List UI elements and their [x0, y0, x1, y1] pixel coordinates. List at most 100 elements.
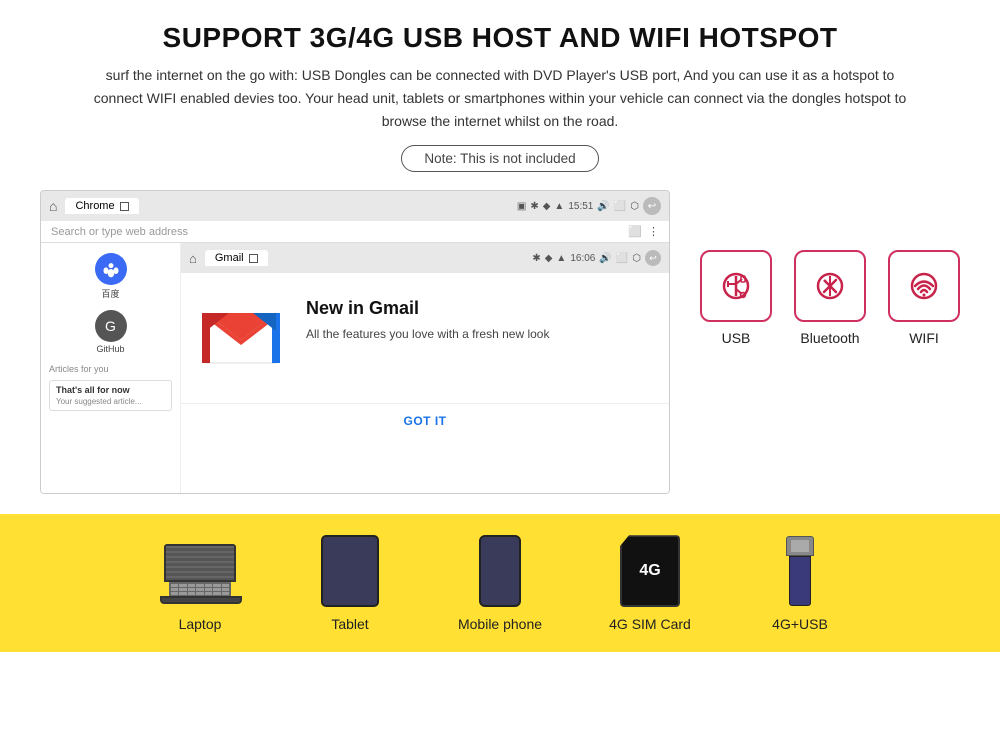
browser-left-panel: 百度 G GitHub Articles for you That's all …: [41, 243, 181, 493]
phone-device-item: Mobile phone: [455, 536, 545, 632]
wifi-icon-item: WIFI: [888, 250, 960, 346]
sim-device-item: 4G 4G SIM Card: [605, 536, 695, 632]
sim-card-icon: 4G: [620, 535, 680, 607]
usb-icon-box: [700, 250, 772, 322]
laptop-device-item: Laptop: [155, 536, 245, 632]
github-icon-circle[interactable]: G: [95, 310, 127, 342]
tablet-icon: [321, 535, 379, 607]
note-badge: Note: This is not included: [401, 145, 598, 172]
card1-sub: Your suggested article...: [56, 397, 165, 406]
github-letter: G: [105, 318, 116, 334]
gmail-tab-label: Gmail: [215, 252, 244, 264]
bt-icon-small: ✱: [530, 201, 538, 212]
phone-icon-area: [455, 536, 545, 606]
usb-stick-icon: [786, 536, 814, 606]
orient-icon: ⬡: [630, 201, 639, 212]
chrome-tab[interactable]: Chrome: [65, 198, 138, 214]
subtitle-text: surf the internet on the go with: USB Do…: [0, 64, 1000, 145]
articles-label: Articles for you: [49, 364, 172, 374]
location-icon: ◆: [543, 201, 551, 212]
gmail-tab[interactable]: Gmail: [205, 250, 268, 266]
gmail-wifi-icon: ▲: [556, 253, 566, 264]
wifi-icon-small: ▲: [554, 201, 564, 212]
gmail-loc-icon: ◆: [545, 253, 553, 264]
sim-4g-text: 4G: [639, 563, 660, 579]
page-title: SUPPORT 3G/4G USB HOST AND WIFI HOTSPOT: [0, 0, 1000, 64]
menu-icon[interactable]: ⋮: [648, 225, 659, 238]
baidu-icon[interactable]: [95, 253, 127, 285]
content-row: ⌂ Chrome ▣ ✱ ◆ ▲ 15:51 🔊 ⬜ ⬡ ↩ Search or…: [0, 190, 1000, 514]
tablet-device-item: Tablet: [305, 536, 395, 632]
usb-head: [786, 536, 814, 556]
gmail-got-it-button[interactable]: GOT IT: [181, 403, 669, 438]
gmail-time: 16:06: [570, 253, 595, 264]
usb-head-inner: [791, 540, 809, 552]
tablet-icon-area: [305, 536, 395, 606]
usb-stick-icon-area: [755, 536, 845, 606]
connectivity-icons-panel: USB Bluetooth: [700, 190, 960, 346]
browser-screenshot: ⌂ Chrome ▣ ✱ ◆ ▲ 15:51 🔊 ⬜ ⬡ ↩ Search or…: [40, 190, 670, 494]
laptop-keyboard: [169, 582, 231, 596]
usb-icon-item: USB: [700, 250, 772, 346]
gmail-tab-square: [249, 254, 258, 263]
chrome-bar: ⌂ Chrome ▣ ✱ ◆ ▲ 15:51 🔊 ⬜ ⬡ ↩: [41, 191, 669, 221]
gmail-m-logo: [201, 298, 281, 378]
bluetooth-icon-box: [794, 250, 866, 322]
card1-title: That's all for now: [56, 385, 165, 395]
laptop-icon-area: [155, 536, 245, 606]
github-app: G GitHub: [49, 310, 172, 354]
laptop-icon: [160, 544, 240, 599]
sim-icon: ▣: [517, 201, 526, 212]
time-display: 15:51: [568, 201, 593, 212]
back-button[interactable]: ↩: [643, 197, 661, 215]
tablet-label: Tablet: [331, 616, 368, 632]
search-actions: ⬜ ⋮: [628, 225, 659, 238]
usb-symbol: [714, 264, 758, 308]
browser-search-bar[interactable]: Search or type web address ⬜ ⋮: [41, 221, 669, 243]
browser-content: 百度 G GitHub Articles for you That's all …: [41, 243, 669, 493]
sim-icon-area: 4G: [605, 536, 695, 606]
bottom-devices-bar: Laptop Tablet Mobile phone 4G 4G SIM Car…: [0, 514, 1000, 652]
gmail-back-button[interactable]: ↩: [645, 250, 661, 266]
gmail-text-area: New in Gmail All the features you love w…: [306, 298, 649, 343]
usb-body: [789, 556, 811, 606]
laptop-screen: [164, 544, 236, 582]
wifi-symbol: [902, 264, 946, 308]
sim-label: 4G SIM Card: [609, 616, 691, 632]
phone-label: Mobile phone: [458, 616, 542, 632]
gmail-status-icons: ✱ ◆ ▲ 16:06 🔊 ⬜ ⬡ ↩: [532, 250, 661, 266]
gmail-vol-icon: 🔊: [599, 253, 611, 264]
github-label: GitHub: [96, 344, 124, 354]
bluetooth-label: Bluetooth: [800, 330, 859, 346]
gmail-home-icon: ⌂: [189, 251, 197, 266]
bluetooth-icon-item: Bluetooth: [794, 250, 866, 346]
chrome-tab-label: Chrome: [75, 200, 114, 212]
gmail-new-title: New in Gmail: [306, 298, 649, 319]
tab-square: [120, 202, 129, 211]
baidu-app: 百度: [49, 253, 172, 300]
laptop-screen-inner: [166, 546, 234, 580]
gmail-new-subtitle: All the features you love with a fresh n…: [306, 325, 649, 343]
chrome-status-icons: ▣ ✱ ◆ ▲ 15:51 🔊 ⬜ ⬡ ↩: [517, 197, 661, 215]
article-card-1: That's all for now Your suggested articl…: [49, 380, 172, 411]
volume-icon: 🔊: [597, 201, 609, 212]
wifi-label: WIFI: [909, 330, 939, 346]
gmail-orient-icon: ⬡: [632, 253, 641, 264]
usb-label: USB: [722, 330, 751, 346]
screen-icon: ⬜: [614, 201, 626, 212]
tab-count-icon[interactable]: ⬜: [628, 225, 642, 238]
baidu-label: 百度: [101, 287, 119, 300]
home-icon: ⌂: [49, 198, 57, 214]
search-placeholder: Search or type web address: [51, 226, 188, 238]
gmail-overlay: ⌂ Gmail ✱ ◆ ▲ 16:06 🔊 ⬜ ⬡ ↩: [181, 243, 669, 493]
bluetooth-symbol: [808, 264, 852, 308]
gmail-bt-icon: ✱: [532, 253, 540, 264]
gmail-content: New in Gmail All the features you love w…: [181, 273, 669, 403]
gmail-screen-icon: ⬜: [616, 253, 628, 264]
icons-row: USB Bluetooth: [700, 250, 960, 346]
wifi-icon-box: [888, 250, 960, 322]
phone-icon: [479, 535, 521, 607]
gmail-bar: ⌂ Gmail ✱ ◆ ▲ 16:06 🔊 ⬜ ⬡ ↩: [181, 243, 669, 273]
usb-stick-label: 4G+USB: [772, 616, 828, 632]
laptop-label: Laptop: [179, 616, 222, 632]
